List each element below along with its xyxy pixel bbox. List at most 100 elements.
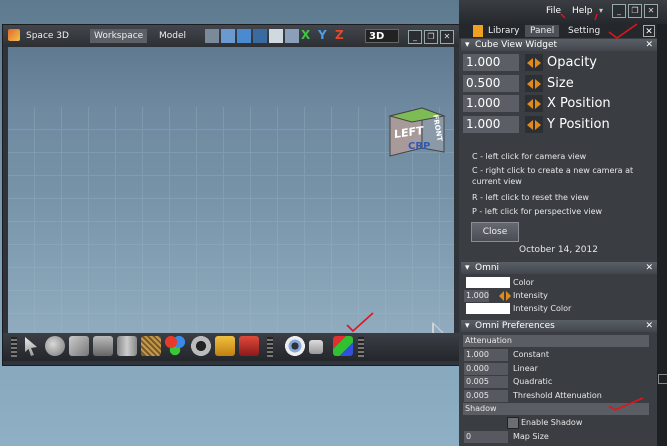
- section-close-icon[interactable]: ✕: [645, 39, 653, 51]
- win-close-icon[interactable]: ✕: [440, 30, 454, 44]
- panel-tabs: Library Panel Setting ✕: [459, 23, 657, 39]
- tab-panel[interactable]: Panel: [525, 25, 560, 37]
- grip-icon-3[interactable]: [358, 337, 364, 357]
- opacity-spinner[interactable]: [525, 54, 543, 71]
- annotation-check-toolbar: [346, 312, 374, 333]
- scroll-handle[interactable]: [658, 374, 667, 384]
- help-line: R - left click to reset the view: [472, 193, 589, 202]
- move-tool-icon[interactable]: [221, 29, 235, 43]
- win-minimize-icon[interactable]: _: [408, 30, 422, 44]
- view-cube[interactable]: LEFT FRONT: [386, 102, 450, 166]
- copy-icon[interactable]: [309, 340, 323, 354]
- section-close-icon[interactable]: ✕: [645, 262, 653, 274]
- intensity-color-swatch[interactable]: [466, 303, 510, 314]
- tab-model[interactable]: Model: [155, 29, 190, 43]
- map-size-input[interactable]: 0: [464, 431, 508, 443]
- size-spinner[interactable]: [525, 75, 543, 92]
- help-line: C - left click for camera view: [472, 152, 587, 161]
- tab-setting[interactable]: Setting: [563, 25, 605, 37]
- section-cube-view-widget[interactable]: ▾ Cube View Widget ✕: [461, 39, 657, 51]
- help-line: P - left click for perspective view: [472, 207, 603, 216]
- y-position-label: Y Position: [547, 117, 610, 132]
- widget-date: October 14, 2012: [519, 245, 598, 255]
- intensity-input[interactable]: 1.000: [464, 290, 489, 302]
- quadratic-label: Quadratic: [513, 377, 553, 386]
- win-restore-icon[interactable]: ❐: [424, 30, 438, 44]
- bottom-toolbar: [3, 312, 459, 361]
- properties-panel: Library Panel Setting ✕ ▾ Cube View Widg…: [459, 23, 657, 446]
- frame-tool-icon[interactable]: [285, 29, 299, 43]
- opacity-input[interactable]: 1.000: [463, 54, 519, 71]
- x-position-label: X Position: [547, 96, 611, 111]
- section-close-icon[interactable]: ✕: [645, 320, 653, 332]
- section-omni-preferences[interactable]: ▾ Omni Preferences ✕: [461, 320, 657, 332]
- tab-library[interactable]: Library: [483, 25, 524, 37]
- light-tool-icon[interactable]: [253, 29, 267, 43]
- mode-3d-button[interactable]: 3D: [365, 29, 399, 43]
- tab-workspace[interactable]: Workspace: [90, 29, 148, 43]
- menu-bar: File Help ▾ _ ❐ ✕: [459, 0, 667, 24]
- threshold-attenuation-input[interactable]: 0.005: [464, 390, 508, 402]
- intensity-spinner[interactable]: [499, 290, 511, 302]
- tab-space-3d[interactable]: Space 3D: [22, 29, 73, 43]
- grip-icon[interactable]: [11, 337, 17, 357]
- y-position-input[interactable]: 1.000: [463, 116, 519, 133]
- linear-label: Linear: [513, 364, 538, 373]
- sphere-icon[interactable]: [45, 336, 65, 356]
- grip-icon-2[interactable]: [267, 337, 273, 357]
- collapse-arrow-icon[interactable]: ▾: [465, 262, 470, 274]
- close-button[interactable]: Close: [471, 222, 519, 242]
- section-title: Omni: [475, 263, 500, 273]
- constant-label: Constant: [513, 350, 549, 359]
- x-position-input[interactable]: 1.000: [463, 95, 519, 112]
- window-titlebar: Space 3D Workspace Model X Y Z 3D _ ❐ ✕: [3, 25, 459, 47]
- cube-icon[interactable]: [69, 336, 89, 356]
- gear-tool-icon[interactable]: [205, 29, 219, 43]
- restore-icon[interactable]: ❐: [628, 4, 642, 18]
- collapse-arrow-icon[interactable]: ▾: [465, 320, 470, 332]
- collapse-arrow-icon[interactable]: ▾: [465, 39, 470, 51]
- enable-shadow-label: Enable Shadow: [521, 418, 583, 427]
- panel-close-icon[interactable]: ✕: [643, 25, 655, 37]
- cube-caption: CRP: [408, 141, 431, 152]
- toolbox-icon[interactable]: [239, 336, 259, 356]
- 3d-viewport[interactable]: LEFT FRONT CRP: [8, 47, 454, 359]
- cylinder-icon[interactable]: [117, 336, 137, 356]
- size-label: Size: [547, 76, 574, 91]
- constant-input[interactable]: 1.000: [464, 349, 508, 361]
- axis-tool-icon[interactable]: [269, 29, 283, 43]
- side-strip: [657, 24, 667, 446]
- torus-icon[interactable]: [191, 336, 211, 356]
- close-icon[interactable]: ✕: [644, 4, 658, 18]
- axis-x-icon[interactable]: X: [301, 28, 310, 42]
- intensity-label: Intensity: [513, 291, 548, 300]
- color-swatch[interactable]: [466, 277, 510, 288]
- section-omni[interactable]: ▾ Omni ✕: [461, 262, 657, 274]
- minimize-icon[interactable]: _: [612, 4, 626, 18]
- color-label: Color: [513, 278, 534, 287]
- eye-icon[interactable]: [285, 336, 305, 356]
- camera-tool-icon[interactable]: [237, 29, 251, 43]
- section-title: Omni Preferences: [475, 321, 555, 331]
- annotation-check-shadow: [608, 397, 644, 411]
- y-position-spinner[interactable]: [525, 116, 543, 133]
- space-3d-window: Space 3D Workspace Model X Y Z 3D _ ❐ ✕ …: [2, 24, 460, 366]
- axis-z-icon[interactable]: Z: [335, 28, 344, 42]
- help-line: C - right click to create a new camera a…: [472, 166, 634, 175]
- enable-shadow-checkbox[interactable]: [507, 417, 519, 429]
- size-input[interactable]: 0.500: [463, 75, 519, 92]
- color-cube-icon[interactable]: [333, 336, 353, 356]
- curve-icon[interactable]: [141, 336, 161, 356]
- axis-y-icon[interactable]: Y: [318, 28, 327, 42]
- annotation-check-panel: [608, 23, 638, 39]
- x-position-spinner[interactable]: [525, 95, 543, 112]
- select-arrow-icon[interactable]: [25, 337, 37, 356]
- light-bulb-icon[interactable]: [215, 336, 235, 356]
- linear-input[interactable]: 0.000: [464, 363, 508, 375]
- material-icon[interactable]: [165, 336, 185, 356]
- library-icon: [473, 25, 483, 37]
- quadratic-input[interactable]: 0.005: [464, 376, 508, 388]
- annotation-mark: [560, 13, 598, 21]
- plane-icon[interactable]: [93, 336, 113, 356]
- app-home-icon: [8, 29, 20, 41]
